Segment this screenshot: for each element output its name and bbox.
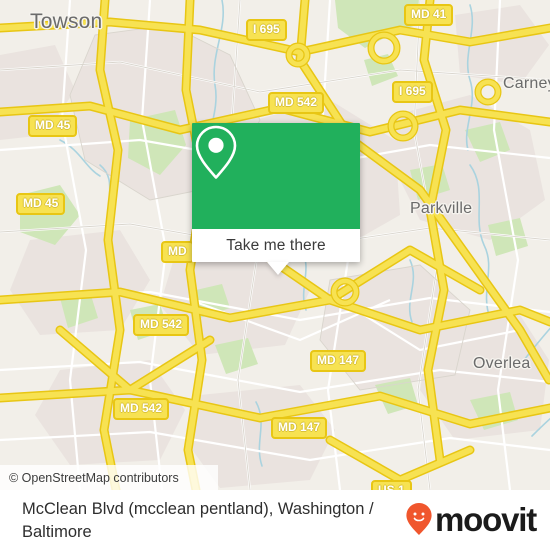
moovit-smiley-pin-icon — [406, 503, 432, 535]
station-title: McClean Blvd (mcclean pentland), Washing… — [22, 500, 374, 541]
road-shield-i695-east: I 695 — [392, 81, 433, 103]
road-shield-i695-north: I 695 — [246, 19, 287, 41]
road-shield-md-occluded: MD — [161, 241, 194, 263]
map-pin-icon — [195, 125, 237, 179]
moovit-station-map-screen: Towson Carney Parkville Overlea I 695 MD… — [0, 0, 550, 550]
moovit-logo[interactable]: moovit — [405, 500, 537, 538]
map-label-overlea: Overlea — [473, 355, 531, 372]
popup-cta-label: Take me there — [226, 236, 326, 254]
popup-cta-button[interactable]: Take me there — [192, 229, 360, 262]
popup-pin-area — [192, 123, 360, 229]
road-shield-md45-lower: MD 45 — [16, 193, 66, 215]
moovit-wordmark: moovit — [435, 500, 537, 538]
map-attribution-bar: © OpenStreetMap contributors — [0, 465, 218, 490]
road-shield-us1: US 1 — [371, 480, 412, 490]
road-shield-md147-lower: MD 147 — [271, 417, 328, 439]
map-canvas[interactable]: Towson Carney Parkville Overlea I 695 MD… — [0, 0, 550, 490]
road-shield-md45-upper: MD 45 — [28, 115, 78, 137]
map-label-carney: Carney — [503, 75, 550, 92]
road-shield-md147-upper: MD 147 — [310, 350, 367, 372]
road-shield-md542-north: MD 542 — [268, 92, 325, 114]
popup-tail — [267, 262, 289, 275]
road-shield-md542-mid: MD 542 — [133, 314, 190, 336]
map-label-towson: Towson — [30, 10, 103, 33]
osm-attribution-text: © OpenStreetMap contributors — [9, 470, 179, 485]
station-popup-card[interactable]: Take me there — [192, 123, 360, 275]
footer-bar: McClean Blvd (mcclean pentland), Washing… — [0, 490, 550, 550]
road-shield-md542-south: MD 542 — [113, 398, 170, 420]
road-shield-md41: MD 41 — [404, 4, 454, 26]
map-label-parkville: Parkville — [410, 200, 473, 217]
